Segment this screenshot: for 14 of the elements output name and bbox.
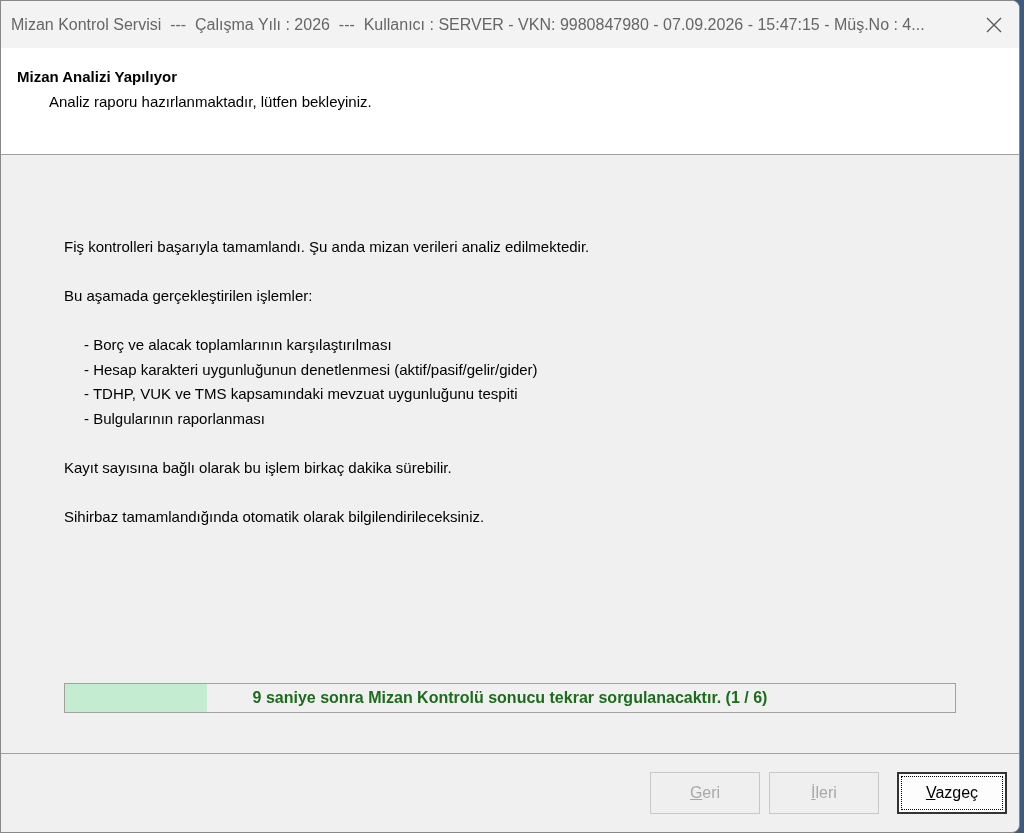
window-title: Mizan Kontrol Servisi --- Çalışma Yılı : 2026 --- Kullanıcı : SERVER - VKN: 9980847980 - 07.09.2026 - 15:47:15 - Müş.No : 4... [11, 15, 925, 34]
step-item: - Hesap karakteri uygunluğunun denetlenmesi (aktif/pasif/gelir/gider) [84, 359, 539, 380]
step-item: - Bulgularının raporlanması [84, 408, 266, 429]
note-text: Kayıt sayısına bağlı olarak bu işlem birkaç dakika sürebilir. [64, 457, 453, 478]
header-subtitle: Analiz raporu hazırlanmaktadır, lütfen bekleyiniz. [49, 93, 373, 110]
step-item: - Borç ve alacak toplamlarının karşılaştırılması [84, 335, 393, 355]
step-item: - TDHP, VUK ve TMS kapsamındaki mevzuat uygunluğunu tespiti [84, 384, 519, 404]
wizard-button[interactable]: Vazgeç [897, 772, 1007, 814]
close-icon [986, 16, 1002, 33]
progress-text: 9 saniye sonra Mizan Kontrolü sonucu tekrar sorgulanacaktır. (1 / 6) [251, 688, 769, 708]
note-text: Sihirbaz tamamlandığında otomatik olarak bilgilendirileceksiniz. [64, 506, 486, 527]
list-title: Bu aşamada gerçekleştirilen işlemler: [64, 286, 314, 306]
intro-text: Fiş kontrolleri başarıyla tamamlandı. Şu anda mizan verileri analiz edilmektedir. [64, 237, 591, 257]
header-title: Mizan Analizi Yapılıyor [17, 68, 179, 85]
